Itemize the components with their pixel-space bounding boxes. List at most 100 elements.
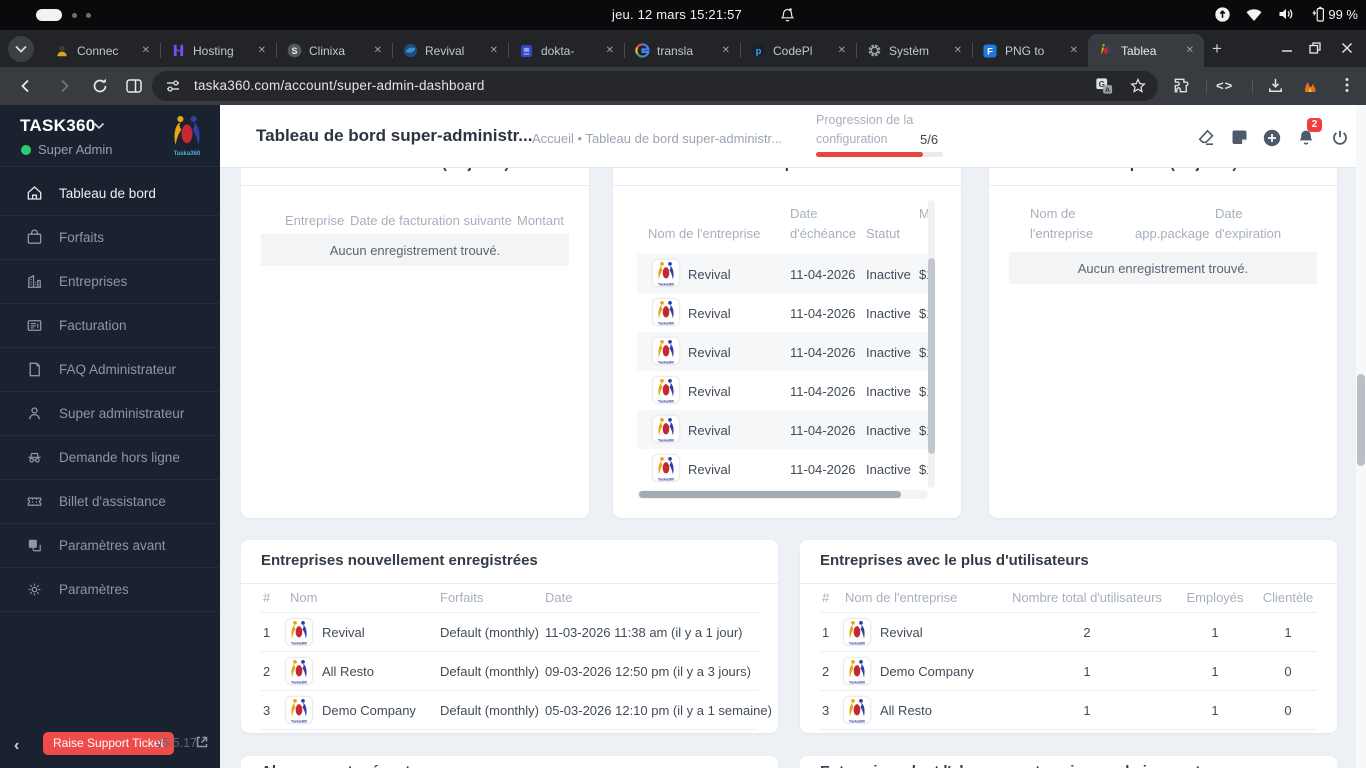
sidebar-item-plans[interactable]: Forfaits — [0, 216, 220, 260]
window-pill-indicator[interactable] — [36, 9, 62, 21]
brand-name[interactable]: TASK360 — [20, 116, 95, 136]
row-number: 2 — [822, 664, 830, 679]
back-button[interactable] — [16, 76, 36, 96]
tab-codeplex[interactable]: p CodePl ✕ — [740, 34, 856, 67]
raise-support-ticket-button[interactable]: Raise Support Ticket — [43, 732, 174, 755]
tab-close-icon[interactable]: ✕ — [836, 43, 848, 58]
company-name[interactable]: All Resto — [880, 703, 932, 718]
forward-button[interactable] — [54, 76, 74, 96]
company-name[interactable]: Revival — [880, 625, 923, 640]
amount: $1 — [919, 306, 928, 321]
company-name[interactable]: Revival — [688, 384, 731, 399]
bookmark-star-icon[interactable] — [1129, 77, 1147, 95]
tab-clinixa[interactable]: S Clinixa ✕ — [276, 34, 392, 67]
status: Inactive — [866, 462, 911, 477]
company-name[interactable]: Revival — [688, 345, 731, 360]
tab-revival[interactable]: Revival ✕ — [392, 34, 508, 67]
company-name[interactable]: Revival — [688, 423, 731, 438]
tab-favicon-dokta — [518, 43, 534, 59]
battery-charging-icon[interactable] — [1309, 5, 1325, 23]
document-icon — [25, 360, 44, 379]
devtools-code-icon[interactable]: <> — [1216, 78, 1233, 93]
site-settings-icon[interactable] — [164, 77, 182, 95]
company-name[interactable]: Revival — [688, 462, 731, 477]
external-link-icon[interactable] — [194, 734, 210, 750]
tab-close-icon[interactable]: ✕ — [720, 43, 732, 58]
tab-close-icon[interactable]: ✕ — [372, 43, 384, 58]
sidebar-item-admin-faq[interactable]: FAQ Administrateur — [0, 348, 220, 392]
total-users: 1 — [1083, 664, 1091, 679]
window-restore-button[interactable] — [1308, 41, 1322, 55]
card-expired-subscriptions: Abonnements expirés (30 jours) Nom de l'… — [989, 148, 1337, 518]
logout-power-icon[interactable] — [1330, 128, 1350, 148]
sidebar-item-billing[interactable]: Facturation — [0, 304, 220, 348]
url-text[interactable]: taska360.com/account/super-admin-dashboa… — [194, 78, 485, 93]
due-date: 11-04-2026 — [790, 345, 856, 360]
tab-png-converter[interactable]: F PNG to ✕ — [972, 34, 1088, 67]
company-name[interactable]: All Resto — [322, 664, 374, 679]
clients: 0 — [1284, 703, 1292, 718]
extensions-puzzle-icon[interactable] — [1172, 76, 1191, 95]
sidebar-item-dashboard[interactable]: Tableau de bord — [0, 172, 220, 216]
volume-icon[interactable] — [1277, 6, 1295, 22]
reload-button[interactable] — [90, 76, 110, 96]
card-upcoming-renewals: Renouvellements à venir (30 jours) Entre… — [241, 148, 589, 518]
downloads-icon[interactable] — [1266, 76, 1285, 95]
company-name[interactable]: Demo Company — [880, 664, 974, 679]
tab-close-icon[interactable]: ✕ — [1184, 43, 1196, 58]
setup-progress-bar[interactable] — [816, 152, 943, 157]
sidebar-collapse-icon[interactable]: ‹ — [14, 737, 19, 755]
extension-flame-icon[interactable] — [1300, 76, 1320, 96]
address-bar[interactable]: taska360.com/account/super-admin-dashboa… — [152, 71, 1158, 101]
tab-search-button[interactable] — [8, 36, 34, 62]
tab-close-icon[interactable]: ✕ — [604, 43, 616, 58]
company-name[interactable]: Revival — [688, 267, 731, 282]
sidebar-item-support-ticket[interactable]: Billet d'assistance — [0, 480, 220, 524]
scrollbar-thumb[interactable] — [639, 491, 901, 498]
scrollbar-thumb[interactable] — [1357, 374, 1365, 466]
tab-taska360-active[interactable]: Tablea ✕ — [1088, 34, 1204, 67]
taska360-logo: Taska360 — [843, 696, 871, 724]
svg-text:Taska360: Taska360 — [658, 399, 674, 403]
side-panel-button[interactable] — [124, 76, 144, 96]
tab-close-icon[interactable]: ✕ — [488, 43, 500, 58]
company-name[interactable]: Revival — [688, 306, 731, 321]
tab-dokta[interactable]: dokta- ✕ — [508, 34, 624, 67]
tab-translate[interactable]: transla ✕ — [624, 34, 740, 67]
sidebar-item-label: Forfaits — [59, 230, 105, 245]
tab-close-icon[interactable]: ✕ — [952, 43, 964, 58]
translate-icon[interactable]: GA — [1095, 77, 1113, 95]
tab-hostinger[interactable]: Hosting ✕ — [160, 34, 276, 67]
workspace-dot[interactable] — [86, 13, 91, 18]
breadcrumb[interactable]: Accueil • Tableau de bord super-administ… — [532, 131, 782, 146]
sidebar-item-companies[interactable]: Entreprises — [0, 260, 220, 304]
tab-close-icon[interactable]: ✕ — [140, 43, 152, 58]
system-clock[interactable]: jeu. 12 mars 15:21:57 — [612, 7, 742, 22]
svg-text:Taska360: Taska360 — [849, 680, 865, 684]
tab-close-icon[interactable]: ✕ — [1068, 43, 1080, 58]
window-minimize-button[interactable] — [1280, 41, 1294, 55]
add-icon[interactable] — [1262, 128, 1282, 148]
window-close-button[interactable] — [1340, 41, 1354, 55]
sidebar-item-super-admin[interactable]: Super administrateur — [0, 392, 220, 436]
sidebar-item-offline-request[interactable]: Demande hors ligne — [0, 436, 220, 480]
tab-close-icon[interactable]: ✕ — [256, 43, 268, 58]
company-name[interactable]: Revival — [322, 625, 365, 640]
workspace-dot[interactable] — [72, 13, 77, 18]
browser-menu-icon[interactable] — [1338, 76, 1356, 94]
ticket-icon — [25, 492, 44, 511]
system-notification-bell-icon[interactable] — [780, 7, 795, 23]
scrollbar-thumb[interactable] — [928, 258, 935, 454]
clear-cache-icon[interactable] — [1196, 128, 1216, 147]
wifi-icon[interactable] — [1245, 7, 1263, 22]
tab-connect[interactable]: Connec ✕ — [44, 34, 160, 67]
sidebar-item-front-settings[interactable]: Paramètres avant — [0, 524, 220, 568]
new-tab-button[interactable]: + — [1212, 40, 1222, 57]
notes-icon[interactable] — [1230, 128, 1249, 146]
system-update-icon[interactable] — [1214, 6, 1231, 23]
sidebar-item-settings[interactable]: Paramètres — [0, 568, 220, 612]
company-name[interactable]: Demo Company — [322, 703, 416, 718]
chevron-down-icon[interactable] — [93, 122, 105, 130]
tab-title: Tablea — [1121, 43, 1157, 58]
tab-system[interactable]: Systèm ✕ — [856, 34, 972, 67]
